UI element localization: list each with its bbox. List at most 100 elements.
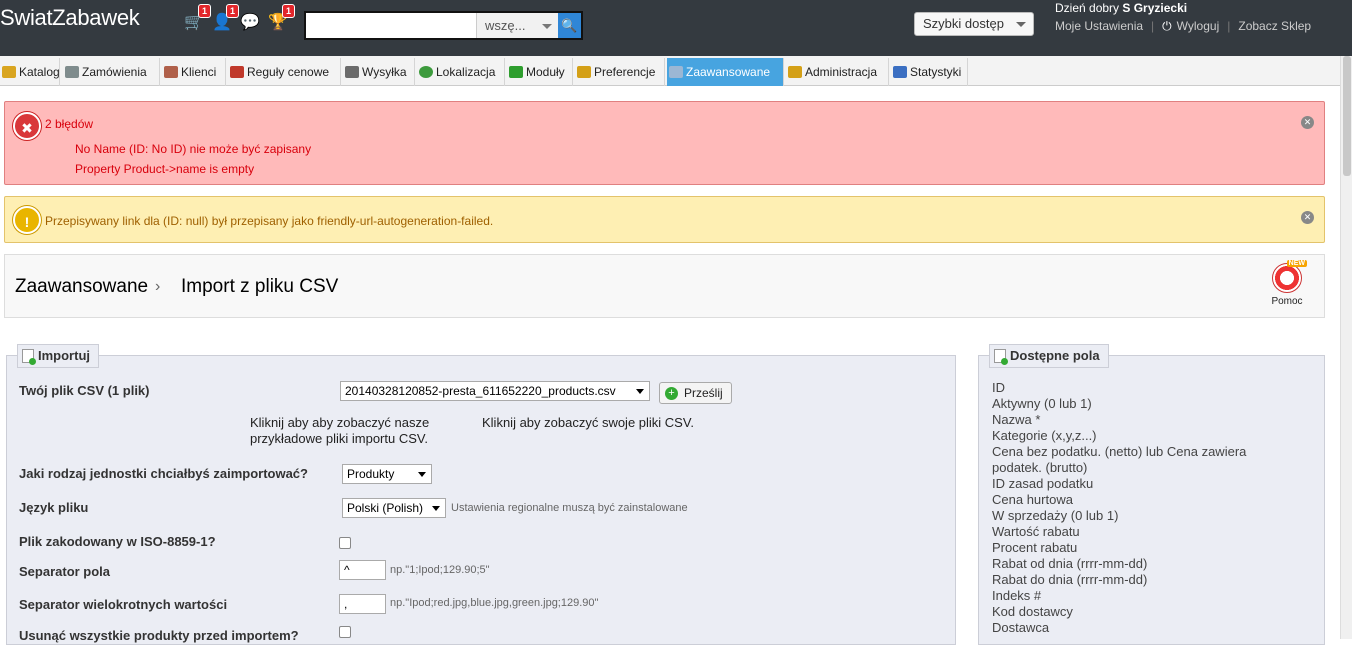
multi-separator-input[interactable] xyxy=(339,594,386,614)
delete-products-label: Usunąć wszystkie produkty przed importem… xyxy=(19,628,299,643)
puzzle-icon xyxy=(509,66,523,78)
divider: | xyxy=(1151,19,1155,33)
language-select[interactable]: Polski (Polish) xyxy=(342,498,446,518)
messages-icon[interactable]: 💬 xyxy=(239,12,261,34)
multi-separator-label: Separator wielokrotnych wartości xyxy=(19,597,228,612)
fields-list: ID Aktywny (0 lub 1) Nazwa * Kategorie (… xyxy=(992,380,1292,636)
cart-icon[interactable]: 🛒 1 xyxy=(183,4,211,34)
trophy-badge: 1 xyxy=(281,4,295,18)
fields-legend: Dostępne pola xyxy=(989,344,1109,368)
close-icon[interactable]: ✕ xyxy=(1301,211,1314,224)
legend-label: Importuj xyxy=(38,348,90,363)
plus-icon: + xyxy=(665,387,678,400)
top-bar: SwiatZabawek 🛒 1 👤 1 💬 🏆 1 wszę... 🔍 Szybki… xyxy=(0,0,1352,56)
key-icon xyxy=(788,66,802,78)
field-item: Aktywny (0 lub 1) xyxy=(992,396,1092,411)
import-panel: Importuj Twój plik CSV (1 plik) 20140328… xyxy=(6,344,956,645)
entity-select[interactable]: Produkty xyxy=(342,464,432,484)
tab-label: Klienci xyxy=(181,65,217,79)
breadcrumb-parent[interactable]: Zaawansowane xyxy=(15,276,148,298)
available-fields-panel: Dostępne pola ID Aktywny (0 lub 1) Nazwa… xyxy=(978,344,1325,645)
view-shop-link[interactable]: Zobacz Sklep xyxy=(1238,19,1311,33)
tab-label: Lokalizacja xyxy=(436,65,496,79)
delete-products-checkbox[interactable] xyxy=(339,626,351,638)
tab-wysylka[interactable]: Wysyłka xyxy=(343,58,415,86)
field-item: Kod dostawcy xyxy=(992,604,1073,619)
csv-file-select[interactable]: 20140328120852-presta_611652220_products… xyxy=(340,381,650,401)
tab-label: Preferencje xyxy=(594,65,656,79)
search-icon: 🔍 xyxy=(561,18,578,33)
entity-label: Jaki rodzaj jednostki chciałbyś zaimport… xyxy=(19,466,308,481)
page-header: Zaawansowane › Import z pliku CSV NEW Po… xyxy=(4,254,1325,318)
chevron-right-icon: › xyxy=(155,278,161,295)
import-legend: Importuj xyxy=(17,344,99,368)
new-badge: NEW xyxy=(1286,260,1307,267)
tab-administracja[interactable]: Administracja xyxy=(786,58,889,86)
tab-moduly[interactable]: Moduły xyxy=(507,58,573,86)
page-title: Import z pliku CSV xyxy=(181,276,339,297)
field-item: ID zasad podatku xyxy=(992,476,1094,491)
tab-label: Statystyki xyxy=(910,65,962,79)
globe-icon xyxy=(419,66,433,78)
tab-klienci[interactable]: Klienci xyxy=(162,58,226,86)
stats-icon xyxy=(893,66,907,78)
wrench-icon xyxy=(669,66,683,78)
tab-zaawansowane[interactable]: Zaawansowane xyxy=(667,58,784,86)
search-input[interactable] xyxy=(306,13,476,38)
help-button[interactable]: NEW Pomoc xyxy=(1265,260,1309,307)
logout-link[interactable]: Wyloguj xyxy=(1177,19,1220,33)
upload-label: Prześlij xyxy=(684,386,723,400)
user-name: S Gryziecki xyxy=(1122,1,1188,15)
own-files-link[interactable]: Kliknij aby zobaczyć swoje pliki CSV. xyxy=(482,415,722,431)
main-nav: Katalog Zamówienia Klienci Reguły cenowe… xyxy=(0,56,1340,86)
close-icon[interactable]: ✕ xyxy=(1301,116,1314,129)
iso-checkbox[interactable] xyxy=(339,537,351,549)
tab-zamowienia[interactable]: Zamówienia xyxy=(63,58,160,86)
user-links: Moje Ustawienia | ⏻ Wyloguj | Zobacz Sklep xyxy=(1055,19,1311,34)
customer-icon xyxy=(164,66,178,78)
tab-label: Reguły cenowe xyxy=(247,65,330,79)
legend-label: Dostępne pola xyxy=(1010,348,1100,363)
scrollbar-thumb[interactable] xyxy=(1343,56,1351,176)
greeting-prefix: Dzień dobry xyxy=(1055,1,1120,15)
divider: | xyxy=(1227,19,1231,33)
search-bar: wszę... 🔍 xyxy=(304,11,583,40)
tab-label: Administracja xyxy=(805,65,878,79)
search-button[interactable]: 🔍 xyxy=(558,13,581,38)
search-scope-select[interactable]: wszę... xyxy=(476,13,558,38)
field-item: Rabat do dnia (rrrr-mm-dd) xyxy=(992,572,1148,587)
tab-label: Wysyłka xyxy=(362,65,407,79)
my-settings-link[interactable]: Moje Ustawienia xyxy=(1055,19,1143,33)
shop-logo[interactable]: SwiatZabawek xyxy=(0,5,140,31)
error-message: Property Product->name is empty xyxy=(75,162,255,176)
language-label: Język pliku xyxy=(19,500,89,515)
tab-label: Moduły xyxy=(526,65,565,79)
tab-katalog[interactable]: Katalog xyxy=(0,58,60,86)
warning-icon: ! xyxy=(13,206,41,234)
customers-icon[interactable]: 👤 1 xyxy=(211,4,239,34)
tab-label: Zamówienia xyxy=(82,65,147,79)
field-item: Wartość rabatu xyxy=(992,524,1080,539)
tab-label: Zaawansowane xyxy=(686,65,771,79)
tab-lokalizacja[interactable]: Lokalizacja xyxy=(417,58,505,86)
quick-access-select[interactable]: Szybki dostęp xyxy=(914,12,1034,36)
trophy-icon[interactable]: 🏆 1 xyxy=(267,4,295,34)
preferences-icon xyxy=(577,66,591,78)
tab-label: Katalog xyxy=(19,65,60,79)
page-scrollbar[interactable] xyxy=(1340,56,1352,639)
tab-statystyki[interactable]: Statystyki xyxy=(891,58,968,86)
upload-button[interactable]: + Prześlij xyxy=(659,382,732,404)
field-separator-label: Separator pola xyxy=(19,564,111,579)
tab-preferencje[interactable]: Preferencje xyxy=(575,58,665,86)
field-item: Indeks # xyxy=(992,588,1042,603)
error-icon: ✖ xyxy=(13,112,41,140)
sample-files-link[interactable]: Kliknij aby aby zobaczyć nasze przykłado… xyxy=(250,415,450,447)
field-item: Cena bez podatku. (netto) lub Cena zawie… xyxy=(992,444,1247,475)
greeting: Dzień dobry S Gryziecki xyxy=(1055,1,1187,15)
tab-reguly-cenowe[interactable]: Reguły cenowe xyxy=(228,58,341,86)
field-item: Cena hurtowa xyxy=(992,492,1073,507)
field-item: W sprzedaży (0 lub 1) xyxy=(992,508,1119,523)
field-item: Kategorie (x,y,z...) xyxy=(992,428,1097,443)
field-separator-hint: np."1;Ipod;129.90;5" xyxy=(390,564,490,576)
field-separator-input[interactable] xyxy=(339,560,386,580)
